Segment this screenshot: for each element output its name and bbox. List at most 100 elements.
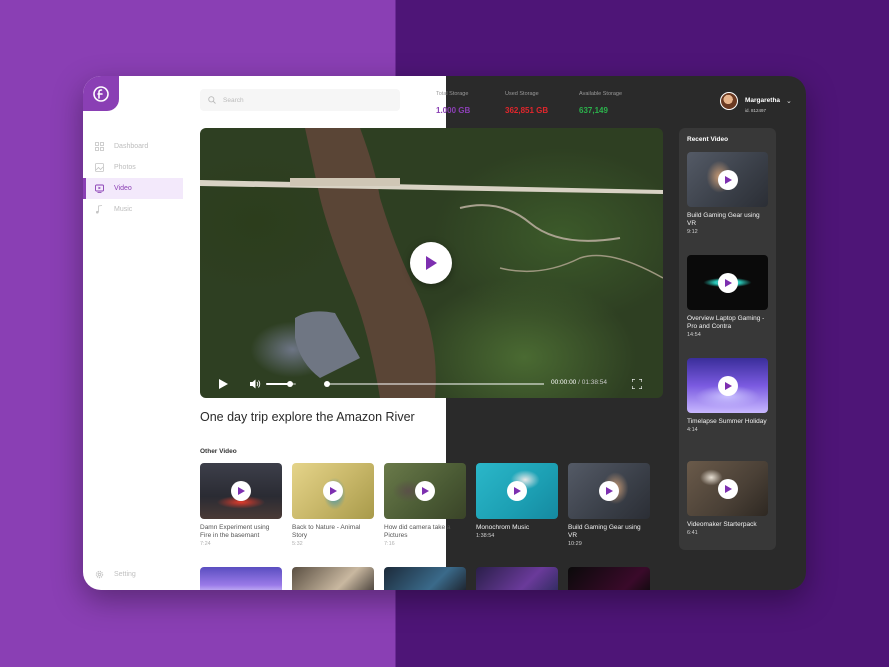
fullscreen-icon[interactable]: [632, 379, 642, 389]
video-title: One day trip explore the Amazon River: [200, 410, 415, 424]
total-storage-stat: Total Storage 1.000 GB: [436, 91, 470, 118]
video-card-title: Overview Laptop Gaming - Pro and Contra: [687, 315, 765, 330]
video-card-title: Damn Experiment using Fire in the basema…: [200, 524, 270, 539]
play-button[interactable]: [507, 481, 527, 501]
video-thumbnail: [687, 255, 768, 310]
seek-bar[interactable]: [324, 381, 544, 387]
recent-video-heading: Recent Video: [687, 136, 729, 143]
video-card-title: How did camera take a Pictures: [384, 524, 451, 539]
duration: 01:38:54: [581, 379, 608, 386]
video-thumbnail[interactable]: [200, 567, 282, 590]
sidebar-item-label: Video: [114, 185, 132, 192]
other-video-heading: Other Video: [200, 448, 237, 455]
video-card-title: Videomaker Starterpack: [687, 521, 757, 528]
volume-icon[interactable]: [250, 379, 261, 389]
setting-label: Setting: [114, 571, 136, 578]
video-card-duration: 5:32: [292, 541, 303, 547]
video-card-duration: 4:14: [687, 427, 698, 433]
recent-video-item[interactable]: Overview Laptop Gaming - Pro and Contra …: [687, 255, 768, 338]
sidebar: Dashboard Photos Video Music: [83, 126, 193, 590]
video-card-duration: 7:24: [200, 541, 211, 547]
play-icon: [724, 279, 732, 287]
video-card-duration: 1:38:54: [476, 533, 495, 539]
play-button[interactable]: [599, 481, 619, 501]
sidebar-item-setting[interactable]: Setting: [95, 570, 136, 579]
video-thumbnail: [384, 463, 466, 519]
video-card-title: Build Gaming Gear using VR: [687, 212, 760, 227]
current-time: 00:00:00: [551, 379, 577, 386]
recent-video-item[interactable]: Timelapse Summer Holiday 4:14: [687, 358, 768, 433]
play-icon: [605, 487, 613, 495]
other-video-card[interactable]: Back to Nature - Animal Story 5:32: [292, 463, 374, 547]
video-thumbnail[interactable]: [568, 567, 650, 590]
user-id: id. 812497: [745, 108, 767, 113]
other-video-card[interactable]: Build Gaming Gear using VR 10:29: [568, 463, 650, 547]
video-thumbnail: [200, 463, 282, 519]
play-icon: [513, 487, 521, 495]
video-thumbnail: [568, 463, 650, 519]
play-button[interactable]: [718, 376, 738, 396]
search-placeholder: Search: [223, 96, 244, 104]
video-player[interactable]: 00:00:00 / 01:38:54: [200, 128, 663, 398]
seek-handle[interactable]: [324, 381, 330, 387]
user-menu[interactable]: Margaretha id. 812497 ⌄: [720, 89, 792, 113]
play-icon: [329, 487, 337, 495]
video-card-duration: 9:12: [687, 229, 698, 235]
play-button[interactable]: [231, 481, 251, 501]
play-icon: [426, 256, 437, 270]
app-logo[interactable]: [83, 76, 119, 111]
search-icon: [208, 96, 216, 104]
sidebar-item-label: Music: [114, 206, 133, 213]
used-storage-stat: Used Storage 362,851 GB: [505, 91, 548, 118]
play-icon: [724, 176, 732, 184]
other-video-card[interactable]: Damn Experiment using Fire in the basema…: [200, 463, 282, 547]
video-thumbnail: [687, 358, 768, 413]
video-card-duration: 14:54: [687, 332, 701, 338]
video-thumbnail: [476, 463, 558, 519]
search-input[interactable]: Search: [200, 89, 400, 111]
stat-value: 637,149: [579, 106, 608, 115]
video-thumbnail[interactable]: [476, 567, 558, 590]
control-play-icon[interactable]: [219, 379, 228, 389]
player-controls: 00:00:00 / 01:38:54: [200, 368, 663, 398]
chevron-down-icon: ⌄: [786, 98, 792, 105]
video-card-duration: 10:29: [568, 541, 582, 547]
play-button[interactable]: [410, 242, 452, 284]
video-card-title: Build Gaming Gear using VR: [568, 524, 641, 539]
play-icon: [724, 382, 732, 390]
sidebar-item-dashboard[interactable]: Dashboard: [83, 136, 193, 157]
sidebar-item-photos[interactable]: Photos: [83, 157, 193, 178]
stat-value: 1.000 GB: [436, 106, 471, 115]
time-display: 00:00:00 / 01:38:54: [551, 379, 607, 386]
video-icon: [95, 184, 104, 193]
user-name: Margaretha: [745, 97, 781, 104]
image-icon: [95, 163, 104, 172]
volume-slider[interactable]: [266, 381, 296, 387]
volume-handle[interactable]: [287, 381, 293, 387]
music-icon: [96, 205, 103, 214]
play-button[interactable]: [718, 170, 738, 190]
sidebar-item-music[interactable]: Music: [83, 199, 193, 220]
recent-video-item[interactable]: Build Gaming Gear using VR 9:12: [687, 152, 768, 235]
other-video-card[interactable]: How did camera take a Pictures 7:16: [384, 463, 466, 547]
video-card-duration: 6:41: [687, 530, 698, 536]
other-video-card[interactable]: Monochrom Music 1:38:54: [476, 463, 558, 539]
play-icon: [237, 487, 245, 495]
video-card-title: Timelapse Summer Holiday: [687, 418, 767, 425]
video-thumbnail[interactable]: [384, 567, 466, 590]
recent-video-item[interactable]: Videomaker Starterpack 6:41: [687, 461, 768, 536]
play-button[interactable]: [323, 481, 343, 501]
video-card-duration: 7:16: [384, 541, 395, 547]
video-thumbnail: [687, 152, 768, 207]
f-logo-icon: [93, 85, 109, 102]
stat-value: 362,851 GB: [505, 106, 549, 115]
play-button[interactable]: [718, 273, 738, 293]
avatar: [720, 92, 738, 110]
play-button[interactable]: [718, 479, 738, 499]
sidebar-item-video[interactable]: Video: [83, 178, 183, 199]
play-button[interactable]: [415, 481, 435, 501]
video-thumbnail[interactable]: [292, 567, 374, 590]
gear-icon: [95, 570, 104, 579]
sidebar-item-label: Dashboard: [114, 143, 149, 150]
play-icon: [421, 487, 429, 495]
